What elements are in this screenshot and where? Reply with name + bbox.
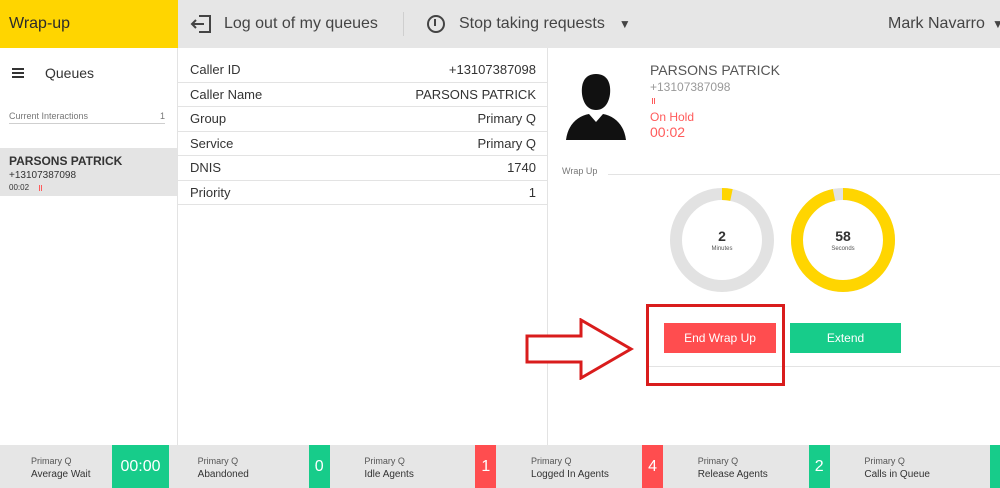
divider: [608, 174, 1000, 175]
minutes-timer-ring: 2 Minutes: [668, 186, 776, 294]
caller-name: PARSONS PATRICK: [650, 62, 780, 78]
queue-stats-bar: Primary Q Average Wait 00:00 Primary Q Aband…: [0, 445, 1000, 488]
hold-status: On Hold: [650, 110, 695, 124]
stat-queue: Primary Q: [697, 456, 739, 466]
stat-name: Abandoned: [197, 469, 249, 480]
details-value: Primary Q: [477, 111, 537, 127]
stat-value: 2: [808, 445, 830, 488]
stat-value-overflow: [990, 445, 1000, 488]
queue-stat: Primary Q Average Wait 00:00: [0, 445, 169, 488]
stat-name: Release Agents: [697, 469, 768, 480]
seconds-label: Seconds: [831, 246, 855, 252]
user-name: Mark Navarro: [888, 15, 985, 32]
stat-name: Logged In Agents: [531, 469, 609, 480]
caret-down-icon: ▼: [618, 17, 631, 31]
logout-label: Log out of my queues: [224, 15, 378, 32]
hold-indicator-icon: [39, 184, 43, 191]
stat-queue: Primary Q: [364, 456, 405, 466]
queue-stat: Primary Q Idle Agents 1: [333, 445, 500, 488]
seconds-timer-ring: 58 Seconds: [789, 186, 897, 294]
divider: [403, 12, 404, 36]
stat-queue: Primary Q: [864, 456, 905, 466]
details-label: DNIS: [190, 160, 222, 176]
queue-stat: Primary Q Release Agents 2: [667, 445, 834, 488]
details-label: Caller Name: [190, 86, 263, 102]
stat-queue: Primary Q: [197, 456, 239, 466]
details-value: +13107387098: [448, 62, 536, 78]
details-value: Primary Q: [477, 135, 537, 151]
current-interactions-header: Current Interactions 1: [9, 111, 165, 124]
power-icon: [427, 15, 445, 33]
minutes-label: Minutes: [711, 246, 733, 252]
logout-queues-button[interactable]: Log out of my queues: [190, 0, 378, 48]
minutes-value: 2: [718, 228, 726, 244]
call-details-panel: Caller ID +13107387098 Caller Name PARSONS …: [178, 48, 548, 445]
details-value: PARSONS PATRICK: [415, 86, 536, 102]
wrapup-section-label: Wrap Up: [562, 166, 598, 176]
hold-timer: 00:02: [650, 124, 686, 140]
stat-name: Average Wait: [31, 469, 91, 480]
stat-value: 4: [642, 445, 664, 488]
queue-stat: Primary Q Calls in Queue: [833, 445, 1000, 488]
queue-stat: Primary Q Abandoned 0: [167, 445, 334, 488]
details-label: Service: [190, 135, 234, 151]
details-row: Priority 1: [178, 181, 548, 205]
details-row: Caller Name PARSONS PATRICK: [178, 83, 548, 107]
callout-arrow-icon: [525, 318, 634, 380]
stop-label: Stop taking requests: [459, 15, 605, 32]
caller-avatar: [562, 68, 630, 140]
details-label: Priority: [190, 184, 231, 200]
details-value: 1: [528, 184, 536, 200]
extend-button[interactable]: Extend: [790, 323, 901, 353]
details-label: Group: [190, 111, 227, 127]
interaction-time: 00:02: [9, 183, 30, 192]
stat-name: Calls in Queue: [864, 469, 930, 480]
stat-queue: Primary Q: [31, 456, 72, 466]
stat-value: 1: [475, 445, 497, 488]
interaction-item[interactable]: PARSONS PATRICK +13107387098 00:02: [0, 148, 177, 196]
details-row: DNIS 1740: [178, 156, 548, 181]
callout-highlight-box: [646, 304, 785, 386]
details-value: 1740: [507, 160, 536, 176]
hold-indicator-icon: [652, 98, 655, 104]
seconds-value: 58: [835, 228, 851, 244]
details-row: Group Primary Q: [178, 107, 548, 132]
logout-icon: [190, 15, 211, 33]
interaction-phone: +13107387098: [9, 170, 77, 181]
queue-stat: Primary Q Logged In Agents 4: [500, 445, 667, 488]
interaction-time-row: 00:02: [9, 183, 168, 192]
details-row: Service Primary Q: [178, 132, 548, 156]
sidebar: Queues Current Interactions 1 PARSONS PA…: [0, 48, 178, 445]
stat-value: 0: [308, 445, 330, 488]
stat-queue: Primary Q: [531, 456, 572, 466]
stat-value: 00:00: [112, 445, 169, 488]
stat-name: Idle Agents: [364, 469, 414, 480]
status-title: Wrap-up: [0, 0, 178, 48]
hamburger-menu-icon[interactable]: [12, 68, 24, 78]
top-bar: Wrap-up Log out of my queues Stop taking…: [0, 0, 1000, 48]
user-menu[interactable]: Mark Navarro: [888, 0, 985, 48]
caller-phone: +13107387098: [650, 80, 731, 94]
stop-requests-dropdown[interactable]: Stop taking requests ▼: [427, 0, 631, 48]
interaction-name: PARSONS PATRICK: [9, 154, 123, 168]
queues-label[interactable]: Queues: [45, 65, 94, 81]
current-interactions-label: Current Interactions: [9, 111, 89, 121]
call-details-table: Caller ID +13107387098 Caller Name PARSONS …: [178, 58, 548, 205]
details-label: Caller ID: [190, 62, 241, 78]
user-caret-down-icon[interactable]: ▼: [992, 17, 1000, 31]
details-row: Caller ID +13107387098: [178, 58, 548, 83]
current-interactions-count: 1: [159, 111, 165, 121]
